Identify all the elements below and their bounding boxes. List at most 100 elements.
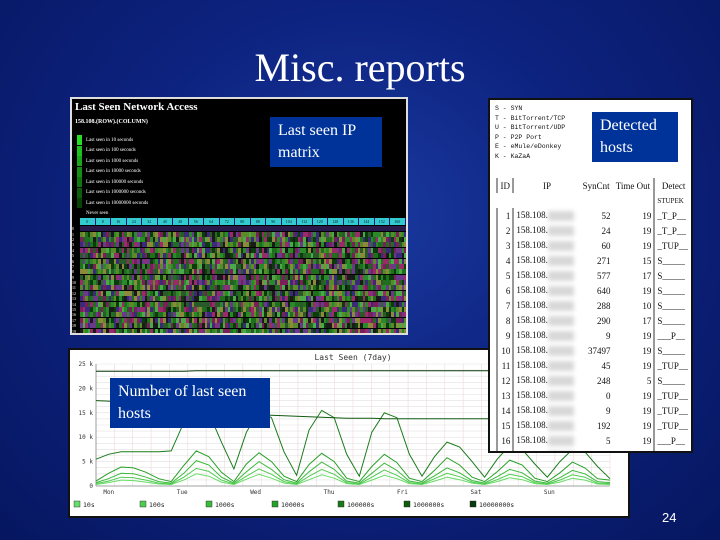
matrix-legend-item: Last seen in 100000 seconds — [77, 177, 148, 188]
cell-detect: _TUP__ — [653, 358, 691, 373]
matrix-cell — [407, 269, 408, 274]
cell-id: 10 — [495, 343, 514, 358]
ip-prefix: 158.108. — [516, 420, 548, 431]
cell-detect: _TUP__ — [653, 388, 691, 403]
cell-detect: S_____ — [653, 373, 691, 388]
legend-label: Last seen in 10000000 seconds — [86, 200, 149, 206]
cell-detect: S_____ — [653, 283, 691, 298]
detect-legend: S - SYN T - BitTorrent/TCP U - BitTorrent/… — [495, 104, 565, 162]
matrix-cell — [407, 323, 408, 328]
matrix-column-label: 40 — [157, 218, 173, 225]
detect-legend-item: U - BitTorrent/UDP — [495, 124, 566, 132]
table-row: 6 158.108. 640 19 S_____ — [495, 283, 691, 298]
matrix-row-label: 19 — [72, 328, 76, 334]
matrix-cell — [404, 290, 406, 296]
matrix-row: 11 — [72, 285, 406, 291]
matrix-cell — [404, 226, 406, 232]
slide-title: Misc. reports — [254, 45, 466, 90]
matrix-row: 8 — [72, 269, 408, 275]
redacted-ip-suffix — [547, 330, 574, 341]
matrix-cell — [404, 274, 406, 280]
cell-syncnt: 5 — [606, 435, 611, 446]
cell-ip: 158.108. — [512, 343, 580, 358]
legend-label: Never seen — [86, 211, 109, 217]
matrix-cell — [404, 242, 406, 248]
cell-id: 11 — [495, 358, 514, 373]
legend-label: Last seen in 100 seconds — [86, 148, 136, 154]
legend-swatch — [77, 187, 82, 198]
col-syncnt: SynCnt — [582, 180, 610, 191]
cell-syncnt: 288 — [597, 300, 611, 311]
legend-label: 10000000s — [479, 501, 514, 509]
x-tick-label: Mon — [103, 489, 114, 496]
matrix-row-label: 3 — [72, 242, 74, 248]
cell-detect: ___P__ — [653, 328, 691, 343]
cell-detect: _T_P__ — [653, 208, 691, 223]
callout-ip-matrix: Last seen IP matrix — [270, 117, 382, 167]
matrix-row: 13 — [72, 296, 406, 302]
cell-detect: S_____ — [653, 298, 691, 313]
matrix-cell — [404, 312, 406, 318]
matrix-cell — [407, 312, 408, 317]
cell-timeout: 19 — [642, 285, 652, 296]
cell-ip: 158.108. — [512, 313, 580, 328]
matrix-title: Last Seen Network Access — [75, 101, 198, 113]
cell-timeout: 19 — [642, 240, 652, 251]
table-row: 3 158.108. 60 19 _TUP__ — [495, 238, 691, 253]
y-tick-label: 20 k — [79, 385, 94, 392]
cell-ip: 158.108. — [512, 418, 580, 433]
matrix-row-label: 11 — [72, 285, 76, 291]
redacted-ip-suffix — [547, 210, 574, 221]
legend-swatch — [205, 500, 213, 508]
matrix-column-label: 0 — [80, 218, 96, 225]
legend-label: Last seen in 100000 seconds — [86, 179, 144, 185]
cell-id: 12 — [495, 373, 514, 388]
redacted-ip-suffix — [547, 420, 574, 431]
cell-timeout: 19 — [642, 420, 652, 431]
matrix-column-label: 96 — [266, 218, 282, 225]
matrix-row: 18 — [72, 323, 408, 329]
matrix-row: 17 — [72, 317, 408, 323]
matrix-row-label: 18 — [72, 323, 76, 329]
redacted-ip-suffix — [547, 405, 574, 416]
y-tick-label: 10 k — [79, 434, 94, 441]
redacted-ip-suffix — [547, 390, 574, 401]
detect-legend-item: S - SYN — [495, 105, 523, 112]
cell-ip: 158.108. — [512, 328, 580, 343]
cell-id: 15 — [495, 418, 514, 433]
redacted-ip-suffix — [547, 270, 574, 281]
redacted-ip-suffix — [547, 225, 574, 236]
legend-swatch — [403, 500, 411, 508]
y-tick-label: 25 k — [79, 361, 94, 368]
cell-syncnt: 45 — [601, 360, 611, 371]
matrix-legend-item: Last seen in 100 seconds — [77, 145, 148, 157]
legend-label: Last seen in 1000000 seconds — [86, 190, 146, 196]
matrix-cell — [404, 269, 406, 275]
matrix-cell — [407, 318, 408, 323]
cell-detect: _TUP__ — [653, 448, 691, 451]
table-row: 11 158.108. 45 19 _TUP__ — [495, 358, 691, 373]
x-tick-label: Tue — [177, 489, 188, 496]
matrix-cell — [407, 307, 408, 312]
y-tick-label: 15 k — [79, 410, 94, 417]
matrix-row-label: 1 — [72, 231, 74, 237]
callout-detected-hosts: Detected hosts — [592, 112, 678, 162]
matrix-cell — [404, 280, 406, 286]
cell-timeout: 19 — [642, 435, 652, 446]
cell-ip: 158.108. — [512, 253, 580, 268]
ip-prefix: 158.108. — [516, 225, 548, 236]
matrix-row: 4 — [72, 247, 406, 253]
ip-prefix: 158.108. — [516, 390, 548, 401]
cell-id: 5 — [495, 268, 514, 283]
matrix-cell — [407, 280, 408, 285]
ip-prefix: 158.108. — [516, 240, 548, 251]
cell-detect: S_____ — [653, 268, 691, 283]
cell-ip: 158.108. — [512, 448, 580, 451]
matrix-cell — [407, 237, 408, 242]
matrix-cell — [407, 259, 408, 264]
legend-label: Last seen in 10000 seconds — [86, 169, 141, 175]
cell-syncnt: 0 — [606, 390, 611, 401]
legend-label: 1000000s — [413, 501, 444, 509]
matrix-cell — [404, 296, 406, 302]
legend-swatch — [77, 198, 82, 209]
